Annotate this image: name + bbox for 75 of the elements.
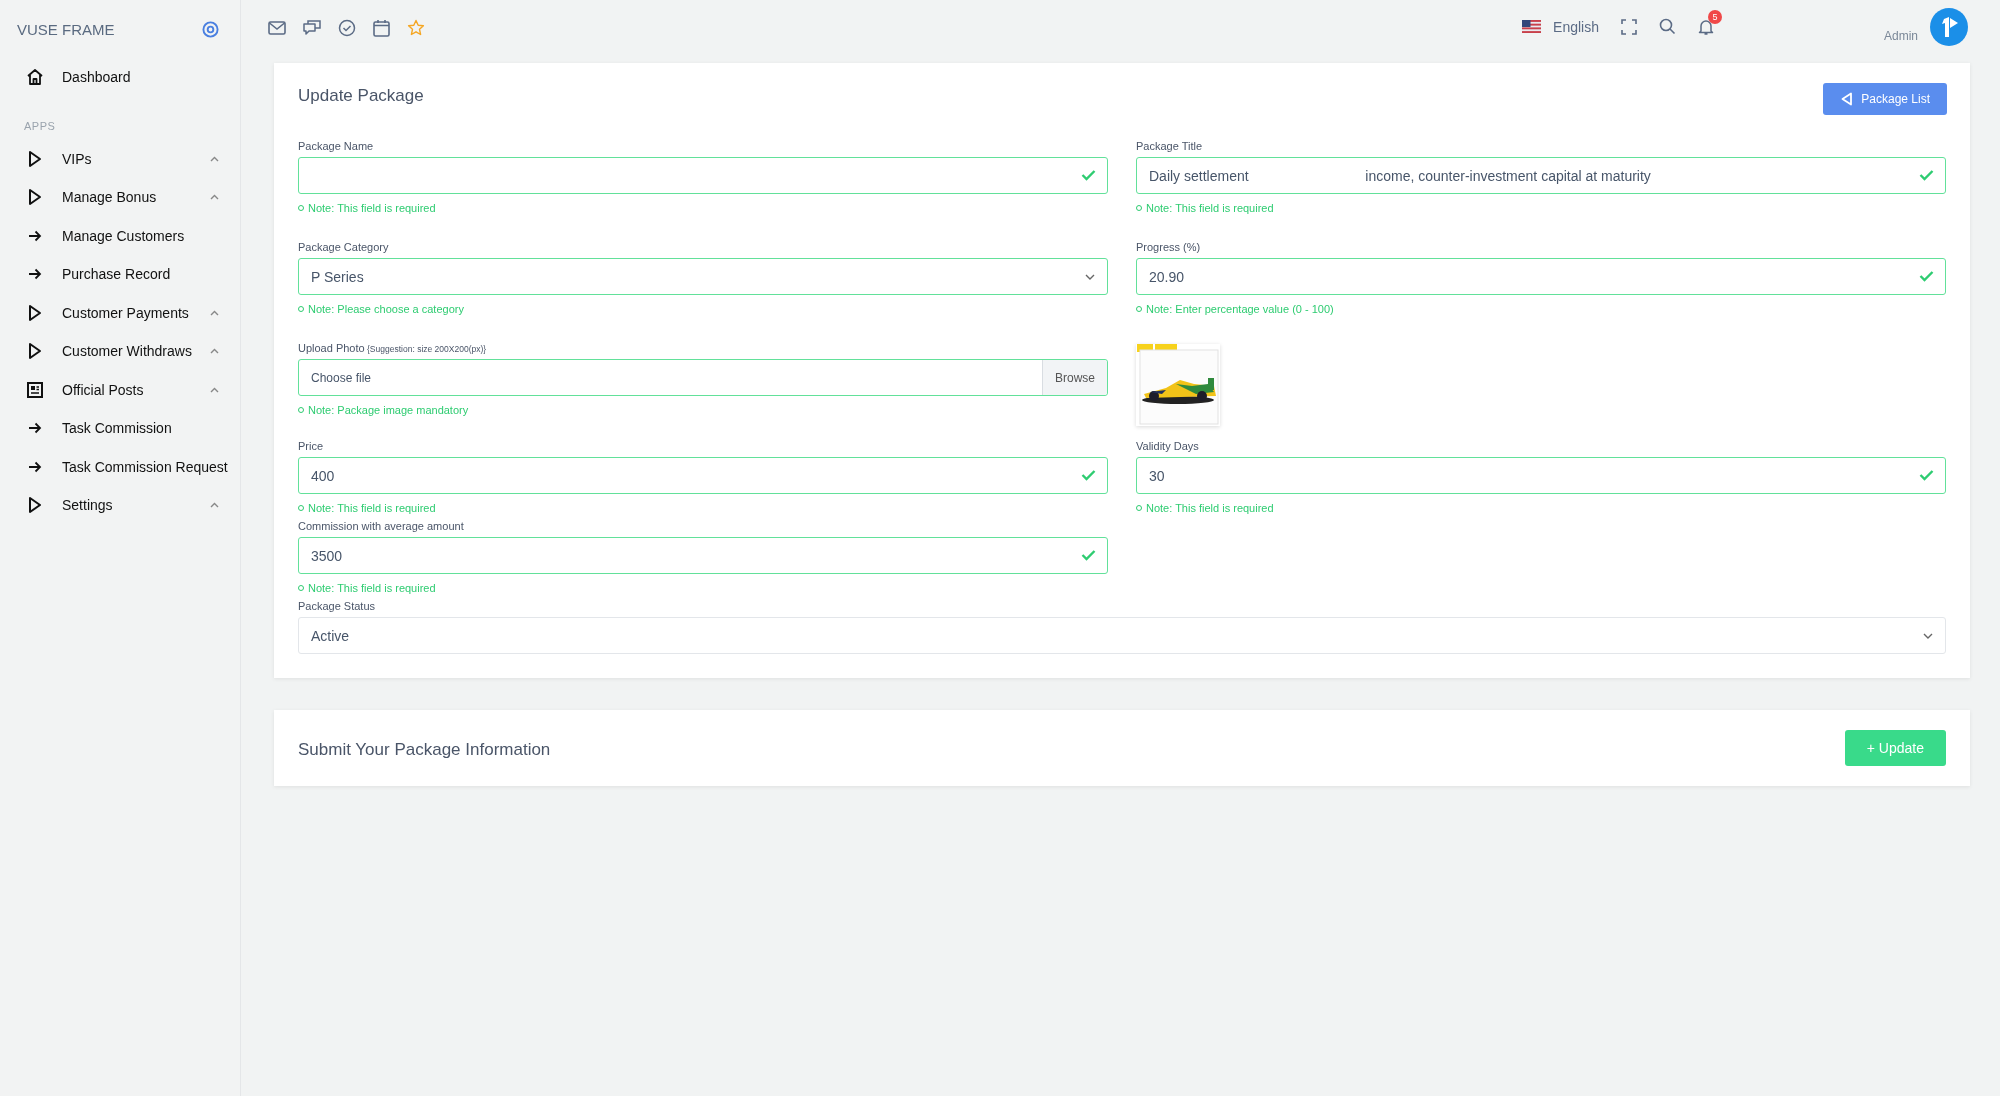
triangle-icon [26, 149, 44, 168]
section-heading: APPS [24, 119, 57, 132]
arrow-icon [26, 422, 44, 435]
field-label: Package Category [298, 241, 390, 253]
triangle-icon [26, 342, 44, 361]
check-icon [1081, 549, 1096, 561]
search-icon[interactable] [1659, 18, 1676, 35]
file-field[interactable]: Choose file Browse [298, 359, 1108, 396]
triangle-icon [26, 188, 44, 207]
input-field[interactable]: 30 [1136, 457, 1946, 494]
sidebar-item[interactable]: Official Posts [0, 370, 240, 409]
field-note: Note: Package image mandatory [298, 404, 1108, 416]
sidebar-item[interactable]: Dashboard [0, 58, 240, 97]
card-title: Update Package [298, 85, 424, 106]
input-field[interactable]: Daily settlement income, counter-investment capital at maturity [1136, 157, 1946, 194]
sidebar-item[interactable]: Task Commission Request [0, 447, 240, 486]
chat-icon[interactable] [303, 19, 321, 36]
check-icon [1081, 169, 1096, 181]
check-icon [1919, 469, 1934, 481]
chevron-icon [1923, 632, 1933, 639]
avatar[interactable] [1930, 7, 1968, 46]
sidebar-item[interactable]: Purchase Record [0, 255, 240, 294]
chevron-icon [1085, 273, 1095, 280]
bell-icon[interactable] [1698, 17, 1714, 36]
field-label: Commission with average amount [298, 520, 465, 532]
triangle-icon [1841, 92, 1854, 106]
arrow-icon [26, 268, 44, 281]
browse-button[interactable]: Browse [1042, 360, 1107, 395]
triangle-icon [26, 303, 44, 322]
triangle-icon [26, 496, 44, 515]
calendar-icon[interactable] [373, 18, 390, 37]
check-icon [1919, 169, 1934, 181]
sidebar-item[interactable]: VIPs [0, 139, 240, 178]
field-note: Note: This field is required [298, 202, 1108, 214]
fullscreen-icon[interactable] [1621, 18, 1637, 35]
field-note: Note: Please choose a category [298, 303, 1108, 315]
field-note: Note: This field is required [298, 502, 1108, 514]
field-note: Note: Enter percentage value (0 - 100) [1136, 303, 1946, 315]
flag-icon[interactable] [1522, 20, 1542, 33]
input-field[interactable] [298, 157, 1108, 194]
select-field[interactable]: Active [298, 617, 1946, 654]
mail-icon[interactable] [268, 20, 286, 35]
notification-count: 5 [1708, 9, 1722, 24]
language-selector[interactable]: English [1553, 18, 1599, 35]
check-circle-icon[interactable] [338, 18, 356, 37]
home-icon [26, 68, 44, 87]
field-label: Validity Days [1136, 440, 1200, 452]
arrow-icon [26, 460, 44, 473]
sidebar-item[interactable]: Settings [0, 486, 240, 525]
brand-name: VUSE FRAME [17, 20, 115, 38]
newspaper-icon [26, 381, 44, 398]
card-title: Submit Your Package Information [298, 738, 551, 760]
field-note: Note: This field is required [298, 582, 1108, 594]
sidebar-item[interactable]: Task Commission [0, 409, 240, 448]
sidebar-item[interactable]: Manage Customers [0, 216, 240, 255]
field-label: Package Name [298, 140, 375, 152]
field-label: Package Title [1136, 140, 1204, 152]
sidebar-item[interactable]: Customer Payments [0, 293, 240, 332]
field-label: Progress (%) [1136, 241, 1202, 253]
field-label: Price [298, 440, 325, 452]
field-label: Package Status [298, 600, 377, 612]
sidebar-item[interactable]: Customer Withdraws [0, 332, 240, 371]
field-label: Upload Photo {Suggestion: size 200X200(px)} [298, 342, 488, 354]
input-field[interactable]: 20.90 [1136, 258, 1946, 295]
sidebar-item[interactable]: Manage Bonus [0, 178, 240, 217]
input-field[interactable]: 3500 [298, 537, 1108, 574]
field-note: Note: This field is required [1136, 202, 1946, 214]
arrow-icon [26, 229, 44, 242]
check-icon [1081, 469, 1096, 481]
target-icon[interactable] [202, 20, 219, 38]
star-icon[interactable] [407, 18, 425, 37]
select-field[interactable]: P Series [298, 258, 1108, 295]
check-icon [1919, 270, 1934, 282]
field-note: Note: This field is required [1136, 502, 1946, 514]
input-field[interactable]: 400 [298, 457, 1108, 494]
